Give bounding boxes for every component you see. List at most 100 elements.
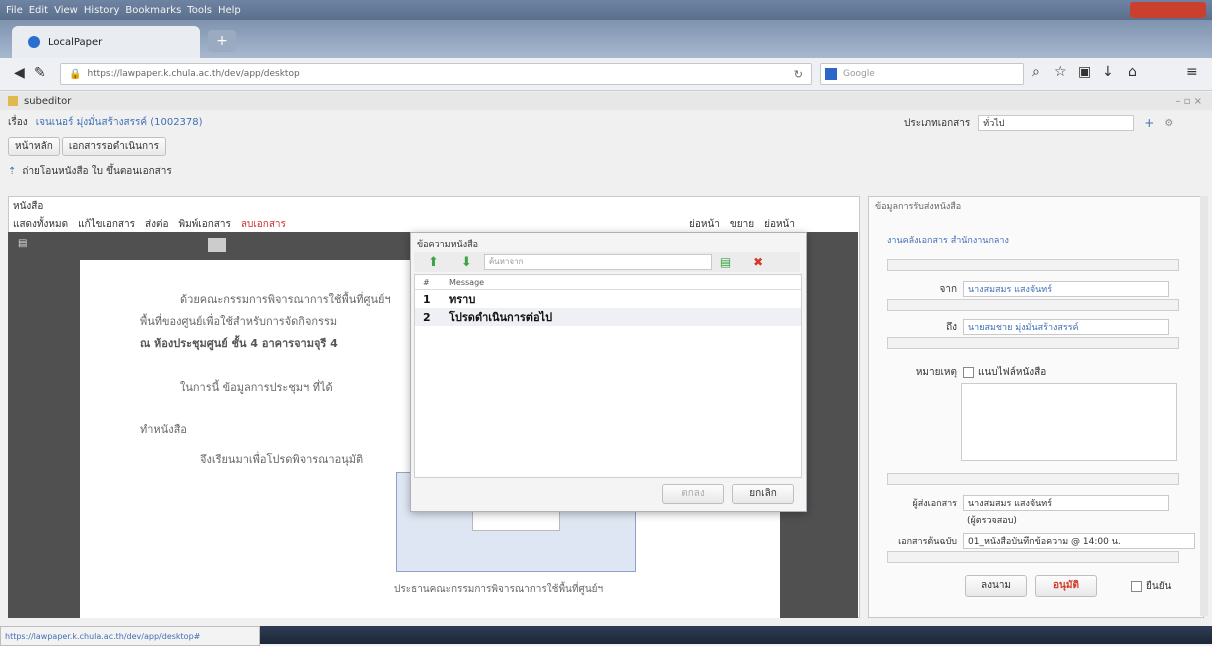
- approve-button[interactable]: อนุมัติ: [1035, 575, 1097, 597]
- note-check-label: แนบไฟล์หนังสือ: [978, 367, 1047, 378]
- confirm-row: ยืนยัน: [1131, 579, 1171, 594]
- toolbar-delete[interactable]: ลบเอกสาร: [241, 217, 286, 232]
- back-icon[interactable]: ◀: [14, 65, 25, 81]
- status-url: https://lawpaper.k.chula.ac.th/dev/app/d…: [5, 631, 201, 641]
- info-panel-title: ข้อมูลการรับส่งหนังสือ: [875, 202, 962, 212]
- menu-history[interactable]: History: [84, 5, 120, 16]
- star-icon[interactable]: ☆: [1054, 64, 1067, 80]
- note-row: หมายเหตุ แนบไฟล์หนังสือ: [887, 365, 1046, 380]
- toolbar-print[interactable]: พิมพ์เอกสาร: [179, 217, 231, 232]
- sender-field[interactable]: นางสมสมร แสงจันทร์: [963, 495, 1169, 511]
- row-message: ทราบ: [449, 293, 476, 306]
- subtabs: หน้าหลัก เอกสารรอดำเนินการ: [8, 137, 167, 156]
- search-icon[interactable]: ⌕: [1032, 64, 1040, 80]
- sign-button[interactable]: ลงนาม: [965, 575, 1027, 597]
- cancel-button[interactable]: ยกเลิก: [732, 484, 794, 504]
- row-message: โปรดดำเนินการต่อไป: [449, 311, 553, 324]
- from-field-row: จาก นางสมสมร แสงจันทร์: [887, 281, 1169, 297]
- to-field-row: ถึง นายสมชาย มุ่งมั่นสร้างสรรค์: [887, 319, 1169, 335]
- menu-view[interactable]: View: [54, 5, 78, 16]
- from-label: เรื่อง: [8, 117, 28, 128]
- doc-type-select[interactable]: ทั่วไป: [978, 115, 1135, 131]
- window-buttons[interactable]: – ▫ ×: [1175, 96, 1202, 107]
- home-icon[interactable]: ⌂: [1128, 64, 1137, 80]
- ok-button[interactable]: ตกลง: [662, 484, 724, 504]
- dialog-footer: ตกลง ยกเลิก: [414, 478, 800, 508]
- menu-icon[interactable]: ≡: [1186, 64, 1198, 80]
- tools-icon[interactable]: ✎: [34, 65, 46, 81]
- toolbar-right-3[interactable]: ย่อหน้า: [764, 217, 795, 232]
- from-row: เรื่อง เจนเนอร์ มุ่งมั่นสร้างสรรค์ (1002…: [8, 115, 203, 130]
- confirm-checkbox[interactable]: [1131, 581, 1142, 592]
- status-bar: https://lawpaper.k.chula.ac.th/dev/app/d…: [0, 626, 260, 646]
- toolbar-forward[interactable]: ส่งต่อ: [145, 217, 169, 232]
- settings-icon[interactable]: ⚙: [1164, 118, 1173, 129]
- google-icon: [825, 68, 837, 80]
- tab-pending[interactable]: เอกสารรอดำเนินการ: [61, 137, 167, 156]
- tab-home[interactable]: หน้าหลัก: [8, 137, 60, 156]
- menu-bookmarks[interactable]: Bookmarks: [125, 5, 181, 16]
- search-box[interactable]: Google: [820, 63, 1024, 85]
- doc-line: ด้วยคณะกรรมการพิจารณาการใช้พื้นที่ศูนย์ฯ: [180, 293, 391, 306]
- document-panel-title: หนังสือ: [13, 201, 44, 212]
- hscroll[interactable]: [887, 551, 1179, 563]
- hscroll[interactable]: [887, 259, 1179, 271]
- toolbar-right-1[interactable]: ย่อหน้า: [689, 217, 720, 232]
- row-num: 1: [423, 292, 431, 306]
- url-bar[interactable]: 🔒 https://lawpaper.k.chula.ac.th/dev/app…: [60, 63, 812, 85]
- page-number-box[interactable]: [208, 238, 226, 252]
- add-message-icon[interactable]: ▤: [720, 255, 731, 269]
- from-link[interactable]: เจนเนอร์ มุ่งมั่นสร้างสรรค์ (1002378): [36, 115, 203, 130]
- new-tab-button[interactable]: +: [208, 30, 236, 52]
- download-icon[interactable]: ↓: [1102, 64, 1114, 80]
- info-panel: ข้อมูลการรับส่งหนังสือ งานคลังเอกสาร สำน…: [868, 196, 1204, 618]
- app-titlebar: subeditor – ▫ ×: [0, 92, 1212, 110]
- delete-icon[interactable]: ✖: [753, 255, 763, 269]
- doc-field[interactable]: 01_หนังสือบันทึกข้อความ @ 14:00 น.: [963, 533, 1195, 549]
- hscroll[interactable]: [887, 299, 1179, 311]
- signature-image: [472, 509, 560, 531]
- menu-help[interactable]: Help: [218, 5, 241, 16]
- tab-title: LocalPaper: [48, 36, 103, 48]
- note-label: หมายเหตุ: [915, 367, 957, 378]
- browser-tab[interactable]: LocalPaper: [12, 26, 200, 58]
- reload-icon[interactable]: ↻: [794, 68, 803, 81]
- lock-icon: 🔒: [69, 68, 82, 80]
- table-row[interactable]: 2 โปรดดำเนินการต่อไป: [415, 308, 801, 326]
- from-field[interactable]: นางสมสมร แสงจันทร์: [963, 281, 1169, 297]
- doc-label: เอกสารต้นฉบับ: [898, 537, 957, 547]
- window-controls[interactable]: [1130, 2, 1206, 18]
- action-line: ⇡ ถ่ายโอนหนังสือ ใบ ขึ้นตอนเอกสาร: [8, 164, 172, 179]
- doc-line: ในการนี้ ข้อมูลการประชุมฯ ที่ได้: [180, 381, 333, 394]
- sender-label: ผู้ส่งเอกสาร: [912, 499, 957, 509]
- app-icon: [8, 96, 18, 106]
- table-row[interactable]: 1 ทราบ: [415, 290, 801, 308]
- toolbar-edit[interactable]: แก้ไขเอกสาร: [78, 217, 135, 232]
- library-icon[interactable]: ▣: [1078, 64, 1091, 80]
- down-icon[interactable]: ⬇: [461, 255, 472, 270]
- from-field-label: จาก: [939, 283, 957, 295]
- confirm-label: ยืนยัน: [1146, 581, 1172, 592]
- toolbar-right-2[interactable]: ขยาย: [730, 217, 754, 232]
- dialog-search[interactable]: ค้นหาจาก: [483, 254, 712, 270]
- to-field[interactable]: นายสมชาย มุ่งมั่นสร้างสรรค์: [963, 319, 1169, 335]
- doc-line: ทำหนังสือ: [140, 423, 187, 436]
- action-text[interactable]: ถ่ายโอนหนังสือ ใบ ขึ้นตอนเอกสาร: [22, 164, 171, 179]
- url-text: https://lawpaper.k.chula.ac.th/dev/app/d…: [87, 69, 300, 79]
- up-icon[interactable]: ⬆: [428, 255, 439, 270]
- sender-row: ผู้ส่งเอกสาร นางสมสมร แสงจันทร์: [887, 495, 1169, 511]
- menu-file[interactable]: File: [6, 5, 23, 16]
- add-icon[interactable]: +: [1144, 116, 1154, 130]
- hscroll[interactable]: [887, 473, 1179, 485]
- dialog-title: ข้อความหนังสือ: [417, 240, 478, 250]
- hscroll[interactable]: [887, 337, 1179, 349]
- note-textarea[interactable]: [961, 383, 1177, 461]
- toolbar-show-all[interactable]: แสดงทั้งหมด: [13, 217, 68, 232]
- note-checkbox[interactable]: [963, 367, 974, 378]
- message-table: # Message 1 ทราบ 2 โปรดดำเนินการต่อไป: [414, 274, 802, 478]
- col-num: #: [423, 277, 430, 287]
- page-scrollbar[interactable]: [1200, 196, 1208, 616]
- sidebar-toggle-icon[interactable]: ▤: [18, 238, 27, 249]
- menu-edit[interactable]: Edit: [29, 5, 48, 16]
- menu-tools[interactable]: Tools: [187, 5, 212, 16]
